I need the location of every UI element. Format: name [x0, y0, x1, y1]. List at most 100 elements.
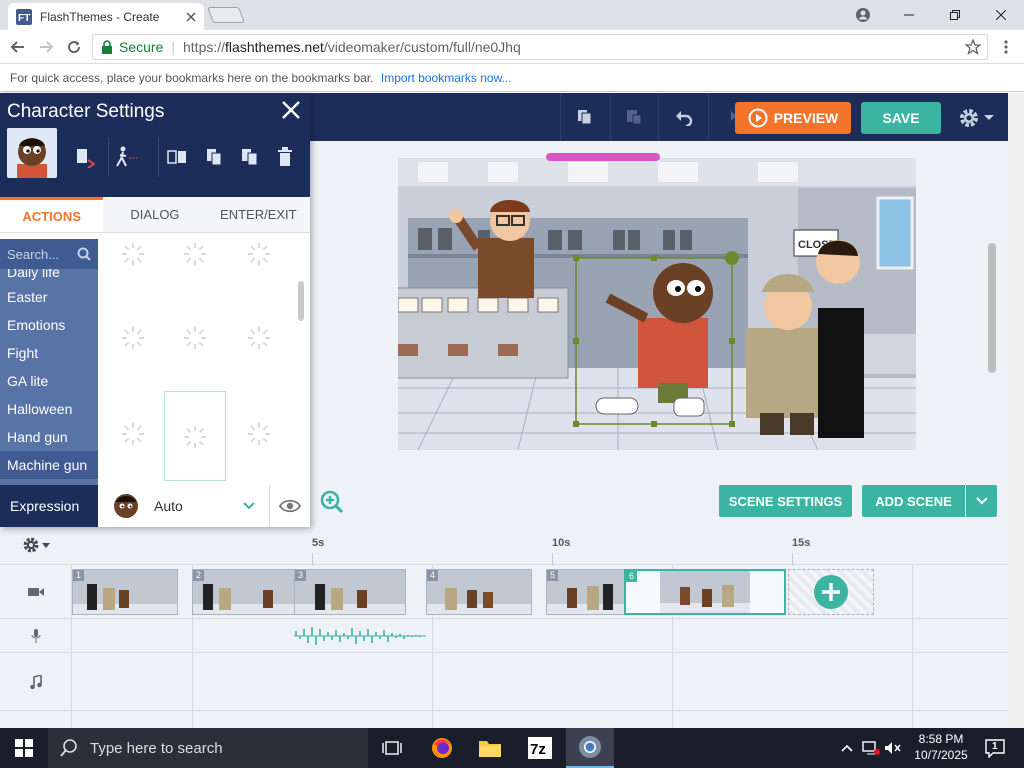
tab-dialog[interactable]: DIALOG — [103, 197, 207, 232]
network-icon[interactable] — [862, 739, 880, 757]
preview-expression-button[interactable] — [270, 485, 310, 527]
address-bar-row: Secure | https://flashthemes.net/videoma… — [0, 30, 1024, 64]
category-emotions[interactable]: Emotions — [0, 311, 98, 339]
forward-icon[interactable] — [36, 37, 56, 57]
paste-icon[interactable] — [622, 105, 646, 129]
loading-spinner-icon[interactable] — [246, 421, 272, 447]
close-panel-icon[interactable] — [280, 99, 302, 121]
preview-label: PREVIEW — [773, 110, 839, 126]
scene-stage[interactable]: CLOSED — [398, 158, 916, 450]
browser-tab[interactable]: FT FlashThemes - Create — [8, 3, 204, 30]
taskbar-search-placeholder: Type here to search — [90, 739, 223, 757]
close-tab-icon[interactable] — [186, 12, 196, 22]
loading-spinner-icon[interactable] — [182, 325, 208, 351]
add-scene-slot[interactable] — [788, 569, 874, 615]
zoom-in-button[interactable] — [320, 490, 344, 514]
volume-icon[interactable] — [884, 739, 902, 757]
category-halloween[interactable]: Halloween — [0, 395, 98, 423]
expression-value: Auto — [154, 498, 183, 514]
action-grid-scrollbar[interactable] — [298, 281, 304, 321]
tray-chevron-up-icon[interactable] — [838, 739, 856, 757]
eye-icon — [279, 499, 301, 513]
stage-scrollbar[interactable] — [986, 153, 998, 443]
tick-10s: 10s — [552, 537, 571, 549]
category-ga-lite[interactable]: GA lite — [0, 367, 98, 395]
windows-start-icon[interactable] — [0, 728, 48, 768]
character-avatar[interactable] — [7, 128, 57, 178]
svg-text:FT: FT — [18, 13, 30, 24]
loading-spinner-icon[interactable] — [182, 241, 208, 267]
7zip-icon[interactable]: 7z — [516, 728, 564, 768]
voice-waveform[interactable] — [294, 623, 426, 649]
loading-spinner-icon[interactable] — [120, 325, 146, 351]
notification-count: 1 — [992, 741, 998, 752]
bookmark-star-icon[interactable] — [965, 39, 981, 55]
new-tab-button[interactable] — [207, 7, 245, 23]
tab-enter-exit[interactable]: ENTER/EXIT — [206, 197, 310, 232]
category-easter[interactable]: Easter — [0, 283, 98, 311]
timeline-settings-button[interactable] — [22, 536, 50, 554]
music-track — [0, 653, 1008, 711]
category-machine-gun[interactable]: Machine gun — [0, 451, 98, 479]
minimize-icon[interactable] — [886, 0, 932, 30]
expression-select[interactable]: Auto — [98, 485, 270, 527]
import-bookmarks-link[interactable]: Import bookmarks now... — [381, 71, 512, 85]
swap-character-icon[interactable] — [73, 145, 97, 169]
loading-spinner-icon[interactable] — [120, 421, 146, 447]
paste-character-icon[interactable] — [238, 145, 262, 169]
omnibox[interactable]: Secure | https://flashthemes.net/videoma… — [92, 34, 988, 60]
category-hand-gun[interactable]: Hand gun — [0, 423, 98, 451]
walk-motion-icon[interactable] — [115, 145, 139, 169]
chrome-icon[interactable] — [566, 728, 614, 768]
character-businessman[interactable] — [816, 240, 864, 438]
copy-character-icon[interactable] — [203, 145, 227, 169]
stage-scrollbar-thumb[interactable] — [988, 243, 996, 373]
copy-icon[interactable] — [573, 105, 597, 129]
loading-spinner-icon[interactable] — [120, 241, 146, 267]
svg-text:7z: 7z — [530, 741, 546, 758]
scene-thumbnail-2[interactable]: 2 — [192, 569, 302, 615]
category-fight[interactable]: Fight — [0, 339, 98, 367]
flip-icon[interactable] — [165, 145, 189, 169]
notifications-icon[interactable]: 1 — [984, 737, 1006, 759]
tab-actions[interactable]: ACTIONS — [0, 197, 104, 232]
task-view-icon[interactable] — [368, 728, 416, 768]
scene-thumbnail-3[interactable]: 3 — [294, 569, 406, 615]
panel-title: Character Settings — [7, 101, 165, 122]
back-icon[interactable] — [8, 37, 28, 57]
category-daily-life[interactable]: Daily life — [0, 269, 98, 283]
music-note-icon — [0, 653, 72, 710]
scene-settings-button[interactable]: SCENE SETTINGS — [719, 485, 852, 517]
save-button[interactable]: SAVE — [861, 102, 941, 134]
delete-icon[interactable] — [273, 145, 297, 169]
character-settings-panel: Character Settings ACTIONS DIALOG ENTER/… — [0, 93, 310, 527]
tick-15s: 15s — [792, 537, 811, 549]
restore-icon[interactable] — [932, 0, 978, 30]
loading-spinner-icon[interactable] — [246, 325, 272, 351]
search-placeholder: Search... — [7, 246, 60, 262]
preview-button[interactable]: PREVIEW — [735, 102, 851, 134]
page-scrollbar[interactable] — [1010, 93, 1024, 728]
selected-action-thumbnail[interactable] — [164, 391, 226, 481]
firefox-icon[interactable] — [418, 728, 466, 768]
profile-icon[interactable] — [840, 0, 886, 30]
action-search-input[interactable]: Search... — [0, 239, 98, 269]
undo-icon[interactable] — [672, 105, 696, 129]
file-explorer-icon[interactable] — [466, 728, 514, 768]
settings-menu-button[interactable] — [958, 106, 998, 130]
close-window-icon[interactable] — [978, 0, 1024, 30]
taskbar-search-input[interactable]: Type here to search — [48, 728, 368, 768]
loading-spinner-icon[interactable] — [246, 241, 272, 267]
browser-menu-icon[interactable] — [996, 37, 1016, 57]
scene-thumbnail-4[interactable]: 4 — [426, 569, 532, 615]
add-scene-button[interactable]: ADD SCENE — [862, 485, 965, 517]
loading-progress-bar — [546, 153, 660, 161]
scene-thumbnail-6[interactable]: 6 — [624, 569, 786, 615]
taskbar-clock[interactable]: 8:58 PM 10/7/2025 — [908, 731, 974, 763]
bookmarks-hint: For quick access, place your bookmarks h… — [10, 71, 374, 85]
reload-icon[interactable] — [64, 37, 84, 57]
scene-thumbnail-1[interactable]: 1 — [72, 569, 178, 615]
search-icon — [77, 247, 91, 261]
scene-thumbnail-5[interactable]: 5 — [546, 569, 626, 615]
add-scene-dropdown[interactable] — [966, 485, 997, 517]
